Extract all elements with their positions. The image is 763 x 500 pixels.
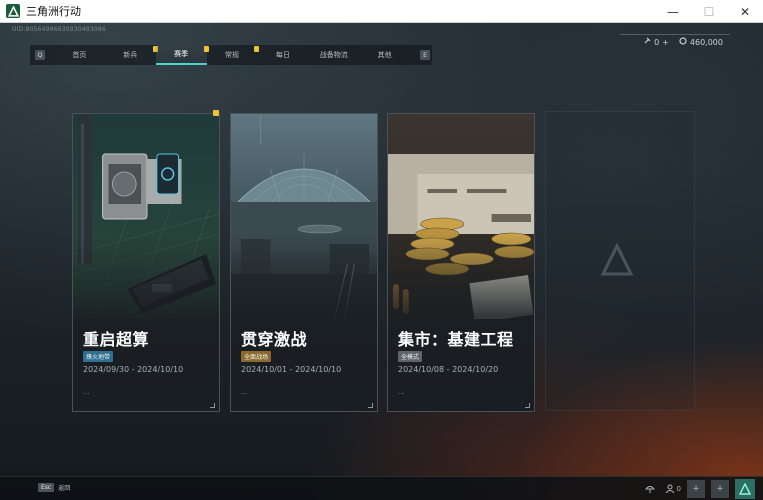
invite-button[interactable]: + <box>711 480 729 498</box>
event-card-2[interactable]: 贯穿激战 全面战场 2024/10/01 - 2024/10/10 ... <box>230 113 378 412</box>
tab-label: 首页 <box>72 51 87 59</box>
top-right-resources: 0 + 460,000 <box>643 37 723 47</box>
pin-count: 0 <box>654 37 660 47</box>
esc-key: Esc <box>38 483 55 492</box>
event-more-text: ... <box>241 388 248 396</box>
close-button[interactable]: ✕ <box>727 0 763 23</box>
tab-1[interactable]: 新兵 <box>105 45 158 65</box>
mode-tag: 烽火地带 <box>83 351 114 362</box>
back-label: 返回 <box>58 485 71 492</box>
event-tab-bar: Q 首页 新兵 赛季 常规 每日 战备物流 其他 E <box>30 45 432 65</box>
currency-display: 460,000 <box>679 37 723 47</box>
card-1-notification-badge <box>213 110 219 116</box>
tab-label: 新兵 <box>123 51 138 59</box>
friends-button[interactable]: 0 <box>665 484 681 494</box>
corner-mark <box>368 403 373 408</box>
maximize-button[interactable]: ☐ <box>691 0 727 23</box>
event-date-range: 2024/10/08 - 2024/10/20 <box>398 365 499 374</box>
user-id-text: UID:80564986630930493086 <box>12 26 106 33</box>
delta-logo-button[interactable] <box>735 479 755 499</box>
window-title: 三角洲行动 <box>26 5 81 18</box>
tab-label: 赛季 <box>174 50 189 58</box>
top-right-divider <box>620 34 730 35</box>
friends-icon <box>665 484 674 494</box>
event-card-1[interactable]: 重启超算 烽火地带 2024/09/30 - 2024/10/10 ... <box>72 113 220 412</box>
tab-label: 其他 <box>377 51 392 59</box>
delta-logo-icon <box>739 483 751 495</box>
pin-counter[interactable]: 0 + <box>643 37 669 47</box>
tab-3[interactable]: 常规 <box>207 45 260 65</box>
event-date-range: 2024/10/01 - 2024/10/10 <box>241 365 342 374</box>
next-tab-key[interactable]: E <box>420 50 430 60</box>
tab-4[interactable]: 每日 <box>257 45 308 65</box>
tab-label: 常规 <box>225 51 239 59</box>
event-title: 集市：基建工程 <box>398 330 514 349</box>
event-title: 贯穿激战 <box>241 330 308 349</box>
tab-6[interactable]: 其他 <box>359 45 410 65</box>
umbrella-icon[interactable] <box>641 480 659 498</box>
coin-icon <box>679 37 687 47</box>
tab-0[interactable]: 首页 <box>54 45 105 65</box>
add-button[interactable]: + <box>662 38 669 47</box>
minimize-button[interactable]: — <box>655 0 691 23</box>
corner-mark <box>210 403 215 408</box>
tab-2[interactable]: 赛季 <box>155 45 209 65</box>
app-logo-icon <box>6 4 20 18</box>
event-more-text: ... <box>398 388 405 396</box>
currency-value: 460,000 <box>689 37 723 47</box>
event-more-text: ... <box>83 388 90 396</box>
mode-tag: 全面战场 <box>241 351 272 362</box>
event-date-range: 2024/09/30 - 2024/10/10 <box>83 365 184 374</box>
prev-tab-key[interactable]: Q <box>35 50 45 60</box>
mode-tag: 全模式 <box>398 351 423 362</box>
bottom-bar: Esc 返回 0 + + <box>0 476 763 500</box>
tab-label: 战备物流 <box>319 51 348 59</box>
corner-mark <box>525 403 530 408</box>
game-viewport: UID:80564986630930493086 0 + 460,000 Q 首… <box>0 23 763 500</box>
pin-icon <box>643 37 651 47</box>
add-friend-button[interactable]: + <box>687 480 705 498</box>
event-title: 重启超算 <box>83 330 150 349</box>
event-card-3[interactable]: 集市：基建工程 全模式 2024/10/08 - 2024/10/20 ... <box>387 113 535 412</box>
friends-count: 0 <box>676 485 681 493</box>
tab-label: 每日 <box>275 51 290 59</box>
tab-5[interactable]: 战备物流 <box>308 45 359 65</box>
window-titlebar: 三角洲行动 — ☐ ✕ <box>0 0 763 23</box>
watermark-logo-icon <box>600 243 634 276</box>
back-button[interactable]: Esc 返回 <box>38 483 70 492</box>
